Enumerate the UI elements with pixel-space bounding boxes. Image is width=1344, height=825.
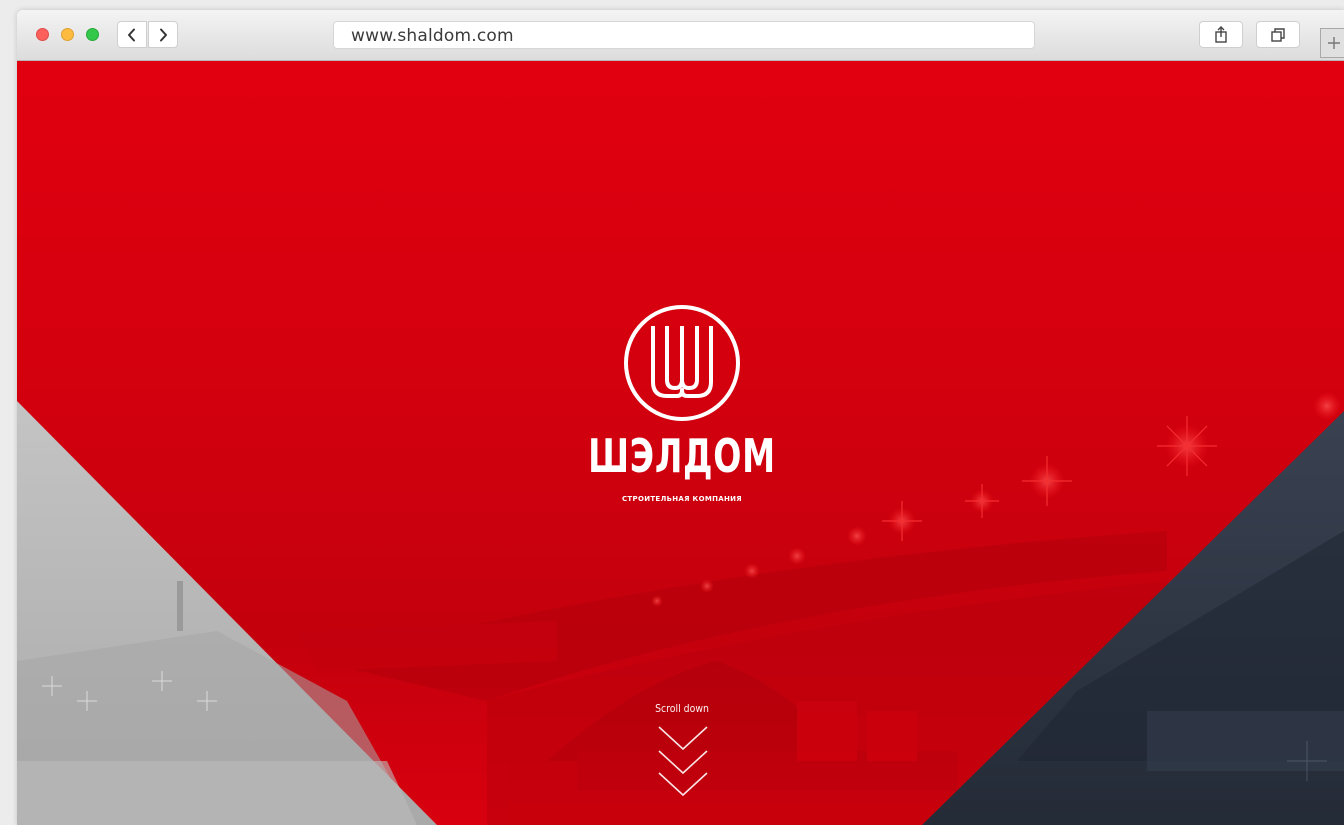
back-button[interactable] (117, 21, 147, 48)
address-bar[interactable]: www.shaldom.com (333, 21, 1035, 49)
web-page-content: ШЭЛДОМ СТРОИТЕЛЬНАЯ КОМПАНИЯ Scroll down (17, 61, 1344, 825)
share-icon (1215, 26, 1227, 43)
browser-toolbar: www.shaldom.com (17, 10, 1344, 61)
close-window-button[interactable] (36, 28, 49, 41)
zoom-window-button[interactable] (86, 28, 99, 41)
forward-button[interactable] (148, 21, 178, 48)
share-button[interactable] (1199, 21, 1243, 48)
plus-icon (1328, 37, 1340, 49)
show-tabs-button[interactable] (1256, 21, 1300, 48)
chevron-left-icon (128, 28, 135, 41)
tabs-icon (1270, 27, 1285, 42)
shaldom-logo (624, 305, 740, 421)
brand-name: ШЭЛДОМ (588, 429, 776, 483)
scroll-down-chevrons-icon[interactable] (657, 721, 709, 797)
browser-window: www.shaldom.com ШЭЛДОМ СТРОИТЕЛЬНАЯ КОМП… (17, 10, 1344, 825)
brand-tagline: СТРОИТЕЛЬНАЯ КОМПАНИЯ (622, 495, 742, 503)
chevron-right-icon (160, 28, 167, 41)
new-tab-button[interactable] (1320, 28, 1344, 58)
url-text: www.shaldom.com (351, 26, 514, 46)
minimize-window-button[interactable] (61, 28, 74, 41)
scroll-down-label[interactable]: Scroll down (640, 702, 725, 715)
